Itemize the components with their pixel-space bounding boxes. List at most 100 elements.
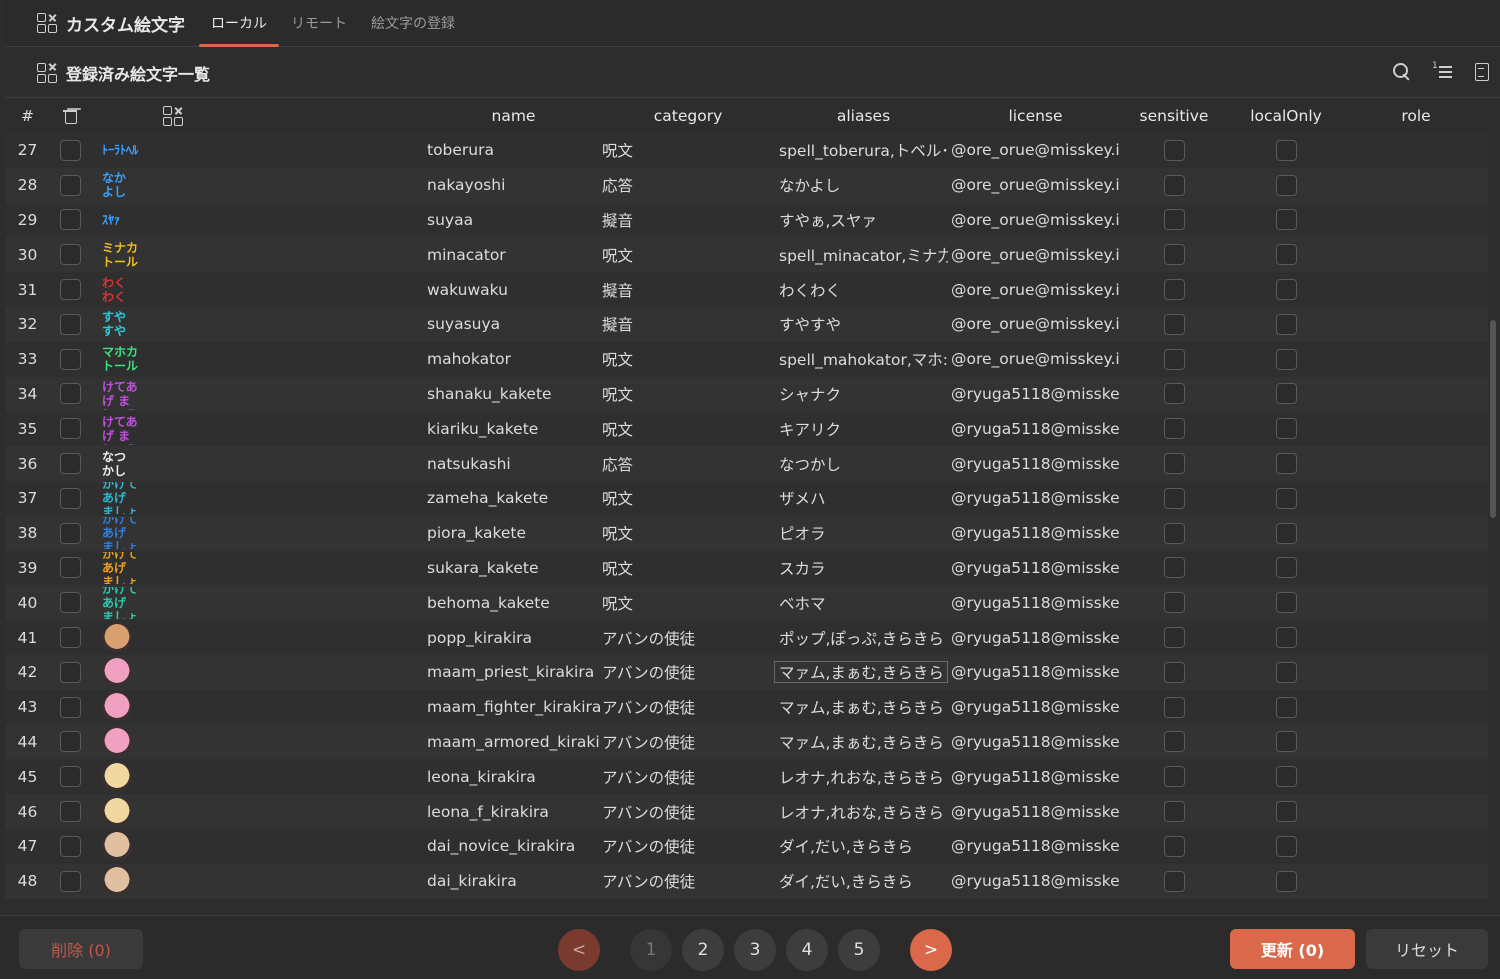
sort-list-icon[interactable] <box>1432 61 1452 82</box>
sensitive-checkbox[interactable] <box>1163 348 1185 370</box>
emoji-category-cell[interactable]: 呪文 <box>600 383 774 405</box>
sensitive-checkbox[interactable] <box>1163 279 1185 301</box>
search-icon[interactable] <box>1392 62 1412 82</box>
emoji-name-cell[interactable]: suyasuya <box>425 315 600 333</box>
emoji-license-cell[interactable]: @ryuga5118@misske <box>948 524 1120 542</box>
sensitive-checkbox[interactable] <box>1163 627 1185 649</box>
emoji-aliases-cell[interactable]: spell_toberura,トベル･ <box>774 139 948 161</box>
localonly-checkbox[interactable] <box>1275 279 1297 301</box>
col-header-sensitive[interactable]: sensitive <box>1120 107 1228 125</box>
localonly-checkbox[interactable] <box>1275 696 1297 718</box>
emoji-category-cell[interactable]: 応答 <box>600 174 774 196</box>
emoji-name-cell[interactable]: mahokator <box>425 350 600 368</box>
row-select-checkbox[interactable] <box>59 279 81 301</box>
localonly-checkbox[interactable] <box>1275 835 1297 857</box>
emoji-aliases-cell[interactable]: ダイ,だい,きらきら <box>774 870 948 892</box>
emoji-aliases-cell[interactable]: レオナ,れおな,きらきら <box>774 801 948 823</box>
emoji-aliases-cell[interactable]: シャナク <box>774 383 948 405</box>
emoji-category-cell[interactable]: 呪文 <box>600 244 774 266</box>
sensitive-checkbox[interactable] <box>1163 731 1185 753</box>
row-select-checkbox[interactable] <box>59 627 81 649</box>
localonly-checkbox[interactable] <box>1275 592 1297 614</box>
emoji-license-cell[interactable]: @ryuga5118@misske <box>948 420 1120 438</box>
emoji-category-cell[interactable]: 呪文 <box>600 522 774 544</box>
row-select-checkbox[interactable] <box>59 766 81 788</box>
col-header-name[interactable]: name <box>425 107 600 125</box>
emoji-aliases-cell[interactable]: なかよし <box>774 174 948 196</box>
row-select-checkbox[interactable] <box>59 696 81 718</box>
emoji-license-cell[interactable]: @ryuga5118@misske <box>948 455 1120 473</box>
emoji-category-cell[interactable]: アバンの使徒 <box>600 731 774 753</box>
row-select-checkbox[interactable] <box>59 487 81 509</box>
delete-button[interactable]: 削除 (0) <box>19 929 143 969</box>
localonly-checkbox[interactable] <box>1275 348 1297 370</box>
emoji-name-cell[interactable]: suyaa <box>425 211 600 229</box>
emoji-category-cell[interactable]: アバンの使徒 <box>600 870 774 892</box>
emoji-license-cell[interactable]: @ore_orue@misskey.i <box>948 141 1120 159</box>
emoji-name-cell[interactable]: maam_armored_kirakira <box>425 733 600 751</box>
sensitive-checkbox[interactable] <box>1163 313 1185 335</box>
emoji-license-cell[interactable]: @ryuga5118@misske <box>948 733 1120 751</box>
localonly-checkbox[interactable] <box>1275 661 1297 683</box>
emoji-category-cell[interactable]: 呪文 <box>600 487 774 509</box>
emoji-name-cell[interactable]: dai_kirakira <box>425 872 600 890</box>
row-select-checkbox[interactable] <box>59 870 81 892</box>
localonly-checkbox[interactable] <box>1275 174 1297 196</box>
emoji-aliases-cell[interactable]: マァム,まぁむ,きらきら <box>774 661 948 684</box>
emoji-license-cell[interactable]: @ryuga5118@misske <box>948 768 1120 786</box>
row-select-checkbox[interactable] <box>59 348 81 370</box>
emoji-aliases-cell[interactable]: spell_minacator,ミナ力 <box>774 244 948 266</box>
emoji-category-cell[interactable]: 呪文 <box>600 557 774 579</box>
localonly-checkbox[interactable] <box>1275 627 1297 649</box>
page-4-button[interactable]: 4 <box>786 929 828 971</box>
sensitive-checkbox[interactable] <box>1163 801 1185 823</box>
emoji-category-cell[interactable]: 擬音 <box>600 313 774 335</box>
sensitive-checkbox[interactable] <box>1163 174 1185 196</box>
emoji-aliases-cell[interactable]: レオナ,れおな,きらきら <box>774 766 948 788</box>
col-header-role[interactable]: role <box>1344 107 1488 125</box>
emoji-name-cell[interactable]: maam_fighter_kirakira <box>425 698 600 716</box>
emoji-license-cell[interactable]: @ryuga5118@misske <box>948 385 1120 403</box>
emoji-name-cell[interactable]: popp_kirakira <box>425 629 600 647</box>
emoji-license-cell[interactable]: @ryuga5118@misske <box>948 698 1120 716</box>
prev-page-button[interactable]: < <box>558 929 600 971</box>
row-select-checkbox[interactable] <box>59 592 81 614</box>
emoji-license-cell[interactable]: @ore_orue@misskey.i <box>948 176 1120 194</box>
tab-remote[interactable]: リモート <box>279 0 359 47</box>
document-icon[interactable] <box>1472 62 1492 82</box>
reset-button[interactable]: リセット <box>1366 929 1488 969</box>
emoji-category-cell[interactable]: 呪文 <box>600 592 774 614</box>
emoji-license-cell[interactable]: @ryuga5118@misske <box>948 803 1120 821</box>
emoji-name-cell[interactable]: kiariku_kakete <box>425 420 600 438</box>
col-header-category[interactable]: category <box>600 107 774 125</box>
sensitive-checkbox[interactable] <box>1163 139 1185 161</box>
emoji-name-cell[interactable]: sukara_kakete <box>425 559 600 577</box>
emoji-name-cell[interactable]: piora_kakete <box>425 524 600 542</box>
emoji-aliases-cell[interactable]: なつかし <box>774 453 948 475</box>
localonly-checkbox[interactable] <box>1275 766 1297 788</box>
row-select-checkbox[interactable] <box>59 835 81 857</box>
sensitive-checkbox[interactable] <box>1163 592 1185 614</box>
emoji-license-cell[interactable]: @ryuga5118@misske <box>948 594 1120 612</box>
emoji-name-cell[interactable]: leona_f_kirakira <box>425 803 600 821</box>
sensitive-checkbox[interactable] <box>1163 696 1185 718</box>
next-page-button[interactable]: > <box>910 929 952 971</box>
localonly-checkbox[interactable] <box>1275 139 1297 161</box>
emoji-name-cell[interactable]: nakayoshi <box>425 176 600 194</box>
page-2-button[interactable]: 2 <box>682 929 724 971</box>
localonly-checkbox[interactable] <box>1275 487 1297 509</box>
emoji-category-cell[interactable]: アバンの使徒 <box>600 627 774 649</box>
emoji-category-cell[interactable]: 応答 <box>600 453 774 475</box>
emoji-aliases-cell[interactable]: スカラ <box>774 557 948 579</box>
emoji-name-cell[interactable]: dai_novice_kirakira <box>425 837 600 855</box>
emoji-name-cell[interactable]: leona_kirakira <box>425 768 600 786</box>
row-select-checkbox[interactable] <box>59 209 81 231</box>
localonly-checkbox[interactable] <box>1275 522 1297 544</box>
localonly-checkbox[interactable] <box>1275 453 1297 475</box>
emoji-license-cell[interactable]: @ryuga5118@misske <box>948 629 1120 647</box>
localonly-checkbox[interactable] <box>1275 557 1297 579</box>
emoji-aliases-cell[interactable]: すやすや <box>774 313 948 335</box>
emoji-category-cell[interactable]: アバンの使徒 <box>600 766 774 788</box>
emoji-name-cell[interactable]: minacator <box>425 246 600 264</box>
emoji-aliases-cell[interactable]: マァム,まぁむ,きらきら <box>774 696 948 718</box>
